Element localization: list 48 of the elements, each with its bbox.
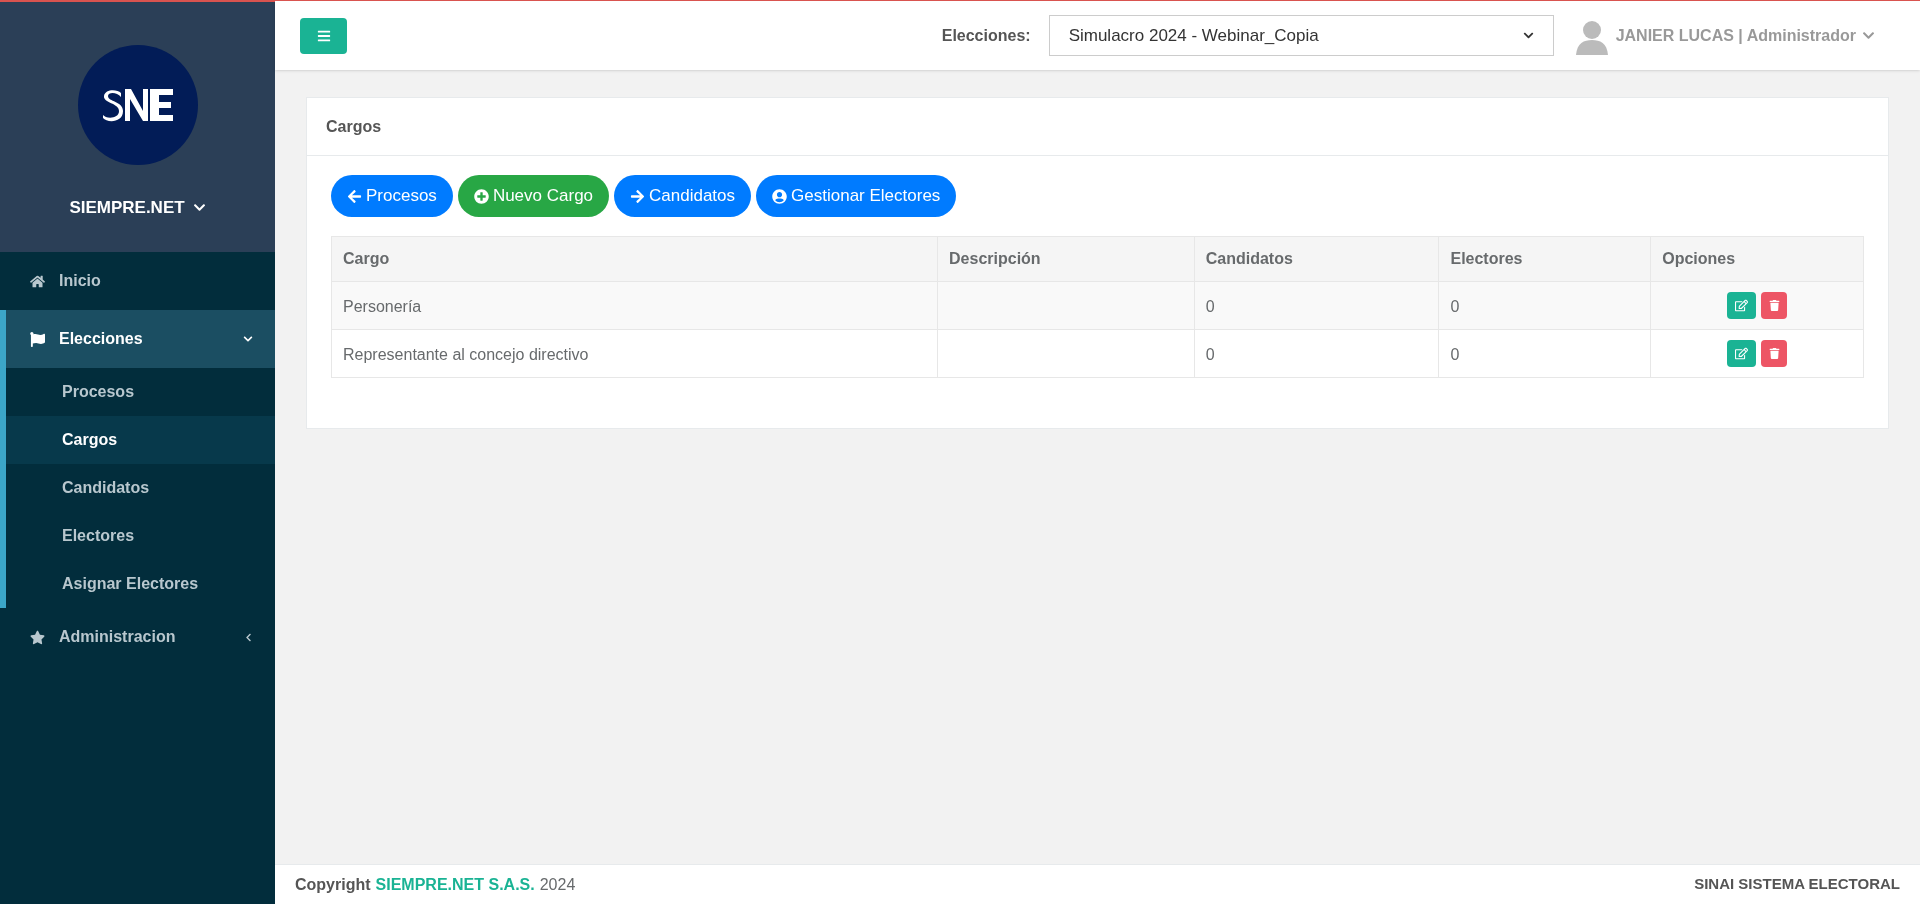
table-cell: 0 <box>1194 329 1439 378</box>
edit-button[interactable] <box>1727 340 1757 367</box>
column-header: Descripción <box>937 236 1195 282</box>
panel-title: Cargos <box>326 116 382 137</box>
column-header: Candidatos <box>1194 236 1439 282</box>
sidebar-item[interactable]: Elecciones <box>6 310 275 368</box>
table-cell: 0 <box>1194 281 1439 330</box>
table-cell: 0 <box>1438 281 1651 330</box>
edit-button[interactable] <box>1727 292 1757 319</box>
action-button[interactable]: Candidatos <box>614 175 752 217</box>
table-cell: 0 <box>1438 329 1651 378</box>
delete-button[interactable] <box>1761 292 1788 319</box>
submenu-item[interactable]: Asignar Electores <box>6 560 275 608</box>
chevron-down-icon <box>1522 30 1534 41</box>
arrow-left-icon <box>347 188 362 204</box>
action-button[interactable]: Gestionar Electores <box>756 175 957 217</box>
copyright-label: Copyright <box>295 874 371 895</box>
table-cell: Representante al concejo directivo <box>331 329 938 378</box>
edit-icon <box>1735 347 1749 360</box>
submenu-item[interactable]: Candidatos <box>6 464 275 512</box>
copyright-year: 2024 <box>539 874 576 895</box>
flag-icon <box>30 331 45 347</box>
menu-icon <box>316 28 331 43</box>
submenu-item[interactable]: Cargos <box>6 416 275 464</box>
submenu-item[interactable]: Procesos <box>6 368 275 416</box>
sidebar-item[interactable]: Administracion <box>0 608 275 666</box>
edit-icon <box>1735 299 1749 312</box>
delete-button[interactable] <box>1761 340 1788 367</box>
trash-icon <box>1768 300 1780 311</box>
brand-menu[interactable]: SIEMPRE.NET <box>69 195 206 221</box>
submenu-item[interactable]: Electores <box>6 512 275 560</box>
trash-icon <box>1768 348 1780 359</box>
column-header: Opciones <box>1650 236 1864 282</box>
table-cell: Personería <box>331 281 938 330</box>
chevron-left-icon <box>244 632 253 642</box>
arrow-right-icon <box>630 188 646 204</box>
sidebar-item[interactable]: Inicio <box>0 252 275 310</box>
column-header: Electores <box>1438 236 1651 282</box>
star-icon <box>30 629 45 645</box>
column-header: Cargo <box>331 236 938 282</box>
chevron-down-icon <box>1862 29 1875 42</box>
menu-button[interactable] <box>300 17 347 54</box>
footer-product-name: SINAI SISTEMA ELECTORAL <box>1694 874 1900 895</box>
home-icon <box>30 273 45 289</box>
chevron-down-icon <box>243 334 253 344</box>
election-select[interactable]: Simulacro 2024 - Webinar_Copia <box>1048 15 1554 56</box>
elections-label: Elecciones: <box>941 25 1031 46</box>
action-button[interactable]: Procesos <box>331 175 453 217</box>
